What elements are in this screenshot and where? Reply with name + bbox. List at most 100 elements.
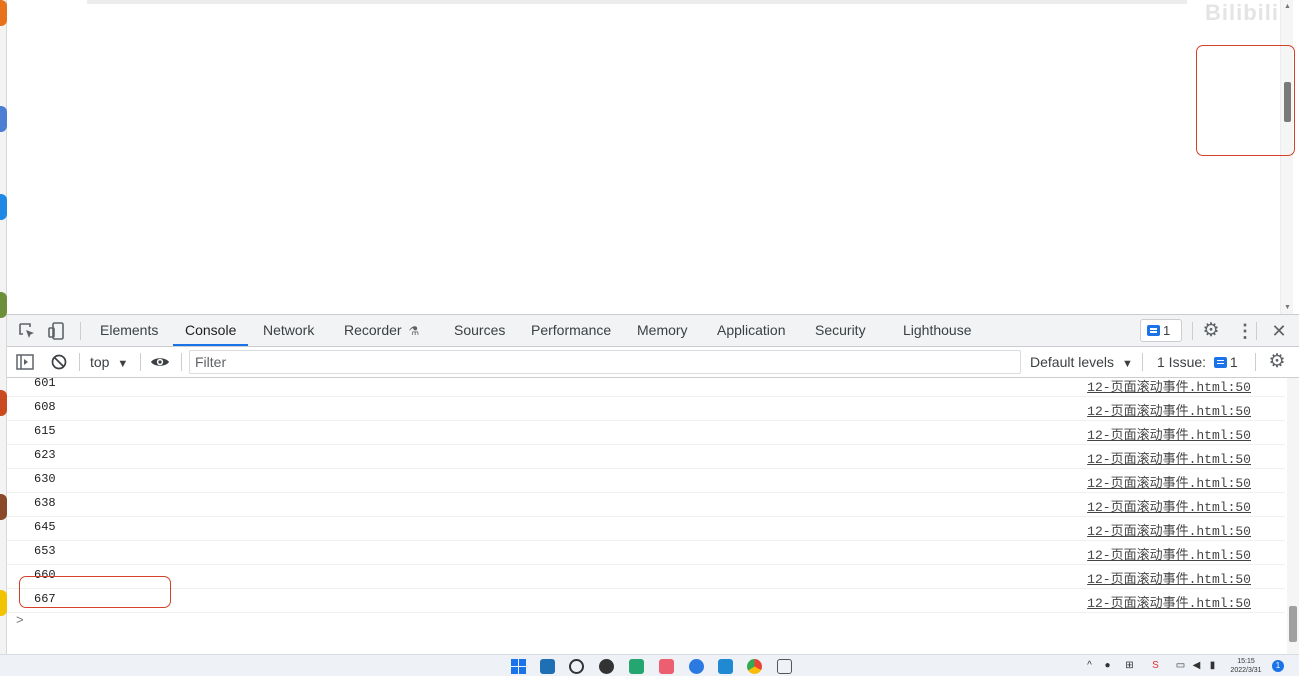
issues-counter-button[interactable]: 1 [1140,319,1182,342]
annotation-box-scrollbar [1196,45,1295,156]
console-settings-gear-icon[interactable]: ⚙ [1267,352,1287,372]
app-tray-icon[interactable]: S [1150,660,1161,671]
clear-console-icon[interactable] [49,352,69,372]
desktop-app-icon[interactable] [0,292,7,318]
browser-app-icon[interactable] [569,659,584,674]
microphone-icon[interactable]: ● [1102,660,1113,671]
log-source-link[interactable]: 12-页面滚动事件.html:50 [1087,448,1251,467]
divider [1142,353,1143,371]
page-top-edge [87,0,1187,4]
log-source-link[interactable]: 12-页面滚动事件.html:50 [1087,568,1251,587]
issues-count: 1 [1163,323,1171,338]
desktop-strip [0,0,7,676]
tab-lighthouse[interactable]: Lighthouse [903,315,972,346]
divider [140,353,141,371]
clock-date: 2022/3/31 [1230,667,1262,674]
inspect-element-icon[interactable] [17,321,37,341]
log-source-link[interactable]: 12-页面滚动事件.html:50 [1087,376,1251,395]
issues-label: 1 Issue: [1157,354,1207,370]
divider [1192,322,1193,340]
more-options-icon[interactable]: ⋮ [1235,321,1255,341]
log-source-link[interactable]: 12-页面滚动事件.html:50 [1087,424,1251,443]
log-source-link[interactable]: 12-页面滚动事件.html:50 [1087,592,1251,611]
log-value: 615 [34,424,56,438]
watermark: Bilibili [1205,0,1279,25]
console-prompt-caret[interactable]: > [16,612,24,627]
console-scroll-thumb[interactable] [1289,606,1297,642]
log-row: 615 12-页面滚动事件.html:50 [7,421,1285,445]
tab-recorder[interactable]: Recorder ⚗ [344,315,419,346]
log-value: 601 [34,376,56,390]
log-value: 645 [34,520,56,534]
divider [79,353,80,371]
log-source-link[interactable]: 12-页面滚动事件.html:50 [1087,520,1251,539]
log-source-link[interactable]: 12-页面滚动事件.html:50 [1087,472,1251,491]
device-toolbar-icon[interactable] [47,321,67,341]
log-row: 667 12-页面滚动事件.html:50 [7,589,1285,613]
filter-input[interactable] [189,350,1021,374]
widgets-icon[interactable] [540,659,555,674]
context-label: top [90,354,110,370]
taskbar: ^ ● ⊞ S ▭ ◀ ▮ 15:15 2022/3/31 1 [0,654,1299,676]
tab-console[interactable]: Console [173,315,249,346]
issues-toolbar-count: 1 [1229,354,1238,370]
devtools-panel: Elements Console Network Recorder ⚗ Sour… [7,314,1299,655]
close-devtools-icon[interactable]: ✕ [1269,321,1289,341]
divider [1256,322,1257,340]
log-row: 638 12-页面滚动事件.html:50 [7,493,1285,517]
desktop-app-icon[interactable] [0,106,7,132]
language-icon[interactable]: ⊞ [1124,660,1135,671]
settings-gear-icon[interactable]: ⚙ [1201,321,1221,341]
battery-icon[interactable]: ▮ [1207,660,1218,671]
desktop-app-icon[interactable] [0,0,7,26]
desktop-app-icon[interactable] [0,390,7,416]
chrome-icon[interactable] [747,659,762,674]
console-log-area[interactable]: 601 12-页面滚动事件.html:50 608 12-页面滚动事件.html:50… [7,376,1299,655]
chevron-up-icon[interactable]: ^ [1084,660,1095,671]
network-app-icon[interactable] [777,659,792,674]
log-row: 645 12-页面滚动事件.html:50 [7,517,1285,541]
start-windows-icon[interactable] [511,659,526,674]
log-value: 653 [34,544,56,558]
tab-memory[interactable]: Memory [637,315,688,346]
log-source-link[interactable]: 12-页面滚动事件.html:50 [1087,496,1251,515]
clock-time: 15:15 [1237,658,1255,665]
flask-icon: ⚗ [408,324,420,338]
scroll-down-arrow-icon[interactable]: ▼ [1284,304,1291,311]
eye-icon[interactable] [150,352,170,372]
log-value: 608 [34,400,56,414]
taskbar-clock[interactable]: 15:15 2022/3/31 [1226,657,1266,675]
tab-performance[interactable]: Performance [531,315,611,346]
dropdown-arrow-icon: ▼ [117,358,129,370]
bilibili-icon[interactable] [629,659,644,674]
monitor-icon[interactable]: ▭ [1175,660,1186,671]
log-levels-label: Default levels [1030,354,1115,370]
tab-elements[interactable]: Elements [100,315,158,346]
tab-network[interactable]: Network [263,315,314,346]
desktop-app-icon[interactable] [0,194,7,220]
page-viewport[interactable]: Bilibili ▲ ▼ [7,0,1299,314]
obs-icon[interactable] [599,659,614,674]
log-source-link[interactable]: 12-页面滚动事件.html:50 [1087,400,1251,419]
log-value: 638 [34,496,56,510]
notification-badge[interactable]: 1 [1272,660,1284,672]
tab-security[interactable]: Security [815,315,866,346]
tab-sources[interactable]: Sources [454,315,505,346]
dropdown-arrow-icon: ▼ [1121,358,1133,370]
desktop-app-icon[interactable] [0,590,7,616]
message-icon [1213,356,1227,368]
console-scrollbar[interactable] [1287,378,1299,655]
log-row: 608 12-页面滚动事件.html:50 [7,397,1285,421]
log-row: 623 12-页面滚动事件.html:50 [7,445,1285,469]
devtools-tabbar: Elements Console Network Recorder ⚗ Sour… [7,315,1299,347]
video-app-icon[interactable] [659,659,674,674]
sidebar-toggle-icon[interactable] [15,352,35,372]
desktop-app-icon[interactable] [0,494,7,520]
vscode-icon[interactable] [718,659,733,674]
tab-application[interactable]: Application [717,315,786,346]
message-icon [1147,325,1160,337]
scroll-up-arrow-icon[interactable]: ▲ [1284,3,1291,10]
log-source-link[interactable]: 12-页面滚动事件.html:50 [1087,544,1251,563]
volume-icon[interactable]: ◀ [1191,660,1202,671]
k-app-icon[interactable] [689,659,704,674]
